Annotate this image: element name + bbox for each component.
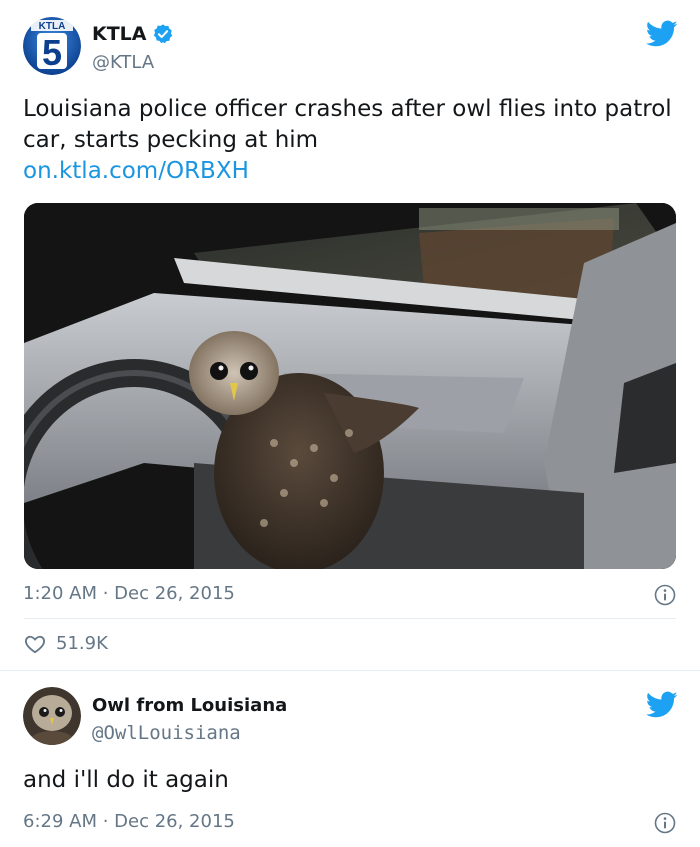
divider — [24, 618, 676, 619]
avatar-owl[interactable] — [23, 687, 81, 745]
ktla-badge-text: KTLA — [39, 21, 66, 32]
handle[interactable]: @OwlLouisiana — [92, 722, 241, 744]
like-button[interactable]: 51.9K — [24, 633, 108, 654]
ktla-5-logo-icon: KTLA 5 — [23, 17, 81, 75]
twitter-bird-icon[interactable] — [646, 20, 678, 48]
heart-icon — [25, 635, 45, 653]
verified-badge-icon — [153, 24, 172, 44]
display-name[interactable]: KTLA — [92, 23, 147, 45]
tweet-text: Louisiana police officer crashes after o… — [23, 94, 683, 187]
owl-in-patrol-car-photo-icon — [24, 203, 676, 569]
info-icon[interactable] — [654, 584, 676, 606]
author-name-row[interactable]: KTLA — [92, 23, 174, 45]
ktla-number: 5 — [42, 32, 62, 73]
tweet-text: and i'll do it again — [23, 767, 229, 793]
author-name-row[interactable]: Owl from Louisiana — [92, 695, 287, 716]
tweet-owl-from-louisiana[interactable]: Owl from Louisiana @OwlLouisiana and i'l… — [0, 672, 700, 847]
handle[interactable]: @KTLA — [92, 52, 154, 73]
tweet-link[interactable]: on.ktla.com/ORBXH — [23, 156, 683, 187]
owl-avatar-icon — [23, 687, 81, 745]
tweet-timestamp[interactable]: 1:20 AM · Dec 26, 2015 — [23, 583, 235, 604]
display-name[interactable]: Owl from Louisiana — [92, 695, 287, 716]
info-icon[interactable] — [654, 812, 676, 834]
tweet-photo[interactable] — [24, 203, 676, 569]
avatar-ktla[interactable]: KTLA 5 — [23, 17, 81, 75]
tweet-body: Louisiana police officer crashes after o… — [23, 96, 672, 153]
twitter-bird-icon[interactable] — [646, 691, 678, 719]
tweet-ktla[interactable]: KTLA 5 KTLA @KTLA Louisiana police offic… — [0, 0, 700, 671]
tweet-timestamp[interactable]: 6:29 AM · Dec 26, 2015 — [23, 811, 235, 832]
like-count: 51.9K — [56, 633, 108, 654]
